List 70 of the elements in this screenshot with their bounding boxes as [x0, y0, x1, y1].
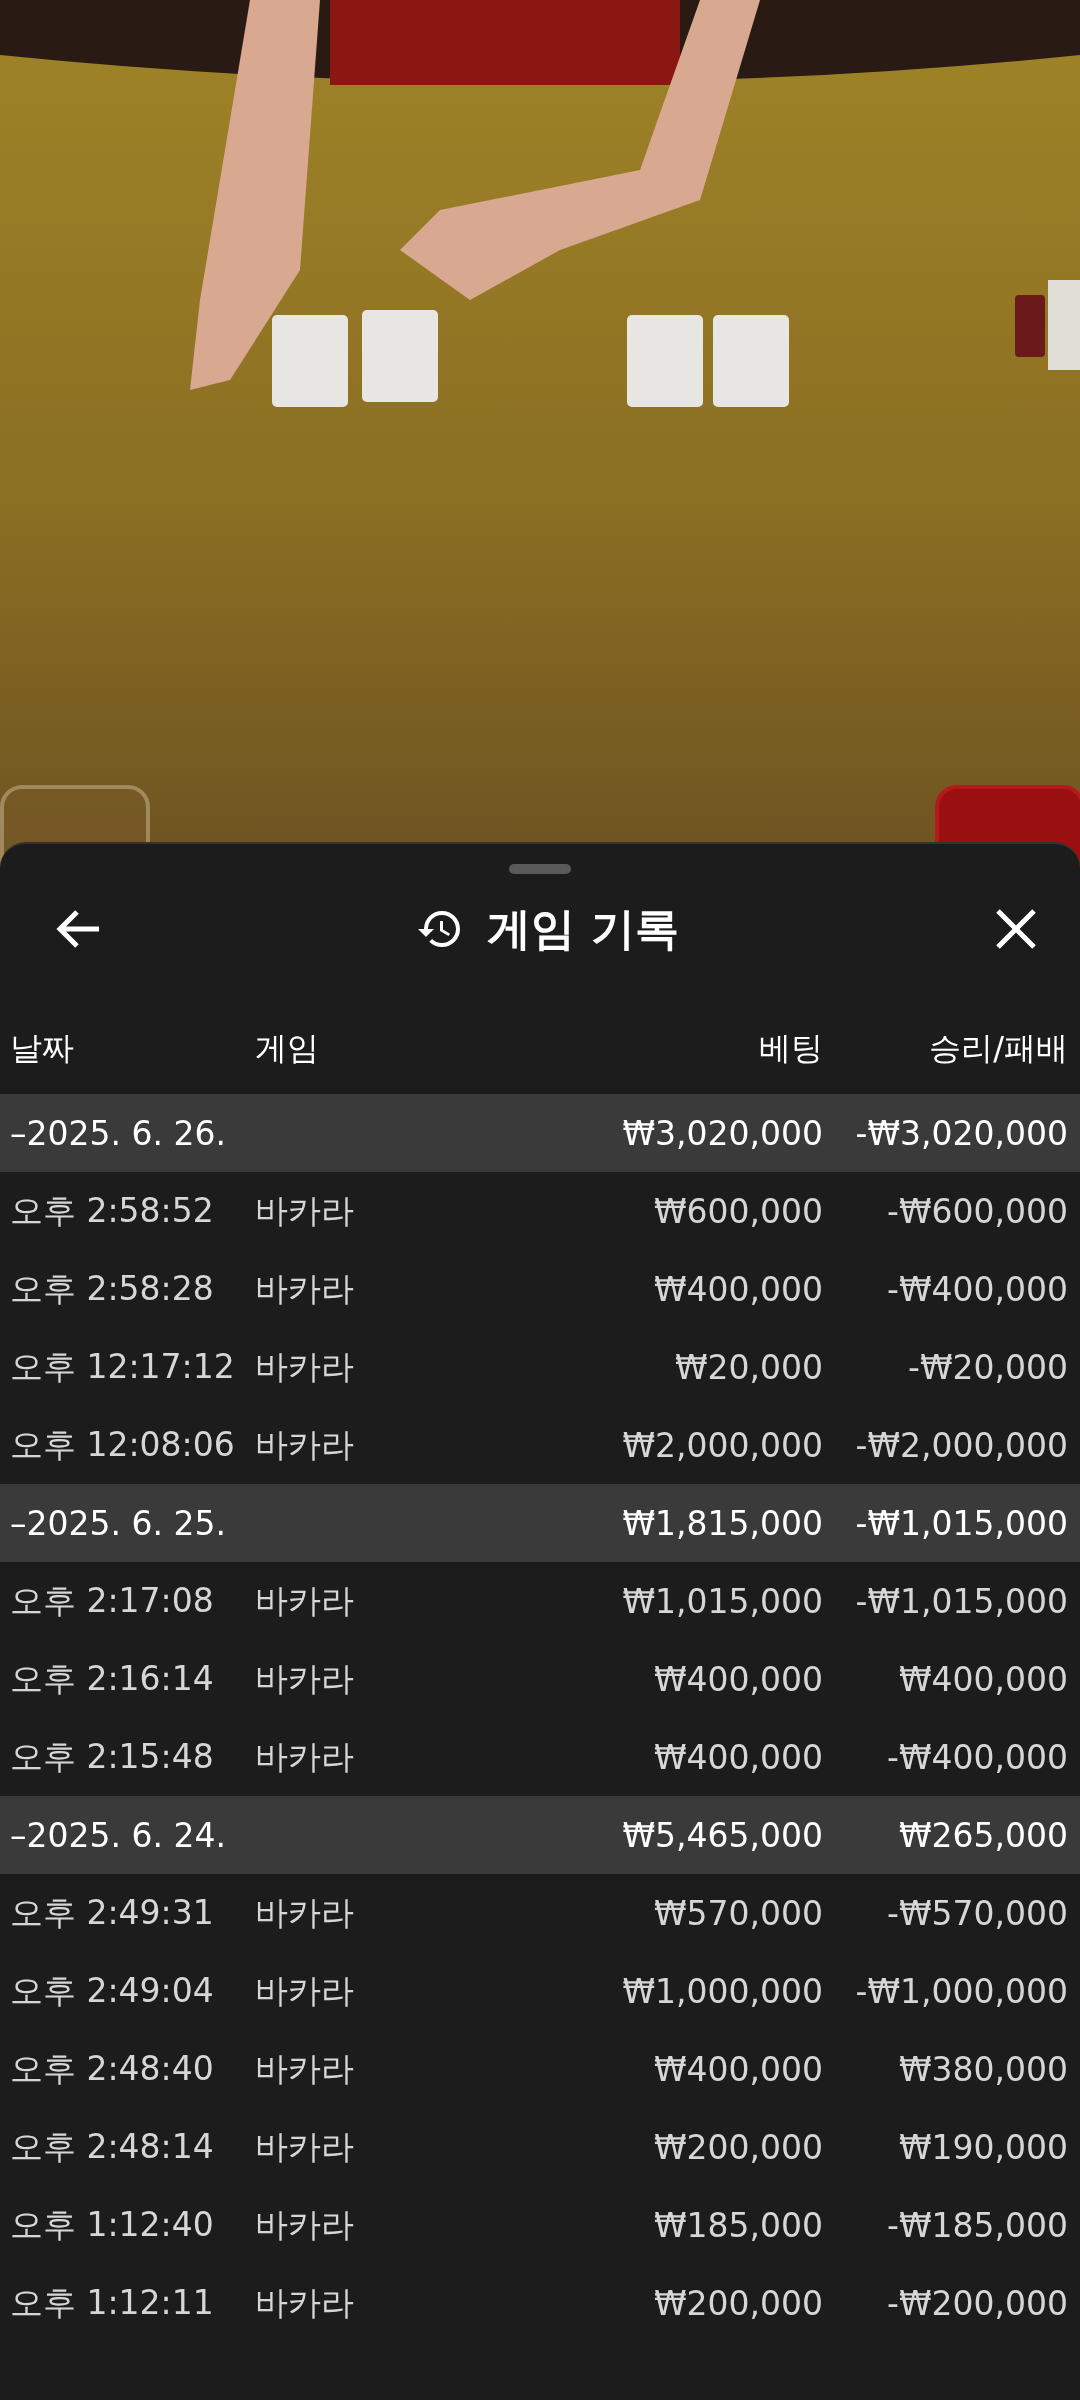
column-header[interactable]: 날짜 [10, 1027, 255, 1071]
bet-cell-text: ₩400,000 [652, 1269, 823, 1309]
result-total-cell-text: -₩1,015,000 [854, 1503, 1068, 1543]
bet-cell-text: ₩400,000 [652, 1659, 823, 1699]
bet-total-cell-text: ₩5,465,000 [621, 1815, 823, 1855]
bet-total-cell-text: ₩1,815,000 [621, 1503, 823, 1543]
column-header[interactable]: 승리/패배 [823, 1027, 1068, 1071]
bet-cell-text: ₩2,000,000 [621, 1425, 823, 1465]
sheet-title: 게임 기록 [487, 901, 679, 956]
date-cell-text: –2025. 6. 25. [10, 1503, 227, 1543]
bet-cell-text: ₩185,000 [652, 2205, 823, 2245]
game-cell-text: 바카라 [255, 2203, 355, 2246]
game-cell-text: 바카라 [255, 1579, 355, 1622]
result-cell-text: ₩380,000 [897, 2049, 1068, 2089]
result-total-cell-text: -₩3,020,000 [854, 1113, 1068, 1153]
time-cell-text: 오후 1:12:11 [10, 2281, 215, 2324]
result-cell-text: ₩190,000 [897, 2127, 1068, 2167]
result-cell-text: -₩20,000 [907, 1347, 1068, 1387]
result-cell-text: -₩1,015,000 [854, 1581, 1068, 1621]
result-cell-text: -₩185,000 [886, 2205, 1068, 2245]
time-cell-text: 오후 1:12:40 [10, 2203, 215, 2246]
date-group-row[interactable]: –2025. 6. 26. ₩3,020,000 -₩3,020,000 [0, 1094, 1080, 1172]
result-cell-text: -₩1,000,000 [854, 1971, 1068, 2011]
game-cell-text: 바카라 [255, 1189, 355, 1232]
result-cell-text: -₩600,000 [886, 1191, 1068, 1231]
time-cell-text: 오후 12:08:06 [10, 1423, 236, 1466]
time-cell-text: 오후 12:17:12 [10, 1345, 236, 1388]
time-cell-text: 오후 2:15:48 [10, 1735, 215, 1778]
result-cell-text: -₩2,000,000 [854, 1425, 1068, 1465]
time-cell-text: 오후 2:58:52 [10, 1189, 215, 1232]
bet-cell-text: ₩400,000 [652, 2049, 823, 2089]
game-cell-text: 바카라 [255, 2281, 355, 2324]
result-total-cell-text: ₩265,000 [897, 1815, 1068, 1855]
column-header[interactable]: 게임 [255, 1027, 493, 1071]
time-cell-text: 오후 2:17:08 [10, 1579, 215, 1622]
result-cell-text: -₩400,000 [886, 1269, 1068, 1309]
bet-cell-text: ₩200,000 [652, 2127, 823, 2167]
result-cell-text: -₩200,000 [886, 2283, 1068, 2323]
bet-cell-text: ₩1,015,000 [621, 1581, 823, 1621]
bet-cell-text: ₩200,000 [652, 2283, 823, 2323]
date-cell-text: –2025. 6. 26. [10, 1113, 227, 1153]
time-cell-text: 오후 2:48:14 [10, 2125, 215, 2168]
result-cell-text: -₩400,000 [886, 1737, 1068, 1777]
game-cell-text: 바카라 [255, 1267, 355, 1310]
game-cell-text: 바카라 [255, 1891, 355, 1934]
result-cell-text: -₩570,000 [886, 1893, 1068, 1933]
game-cell-text: 바카라 [255, 1969, 355, 2012]
date-group-row[interactable]: –2025. 6. 25. ₩1,815,000 -₩1,015,000 [0, 1484, 1080, 1562]
time-cell-text: 오후 2:49:04 [10, 1969, 215, 2012]
bet-total-cell-text: ₩3,020,000 [621, 1113, 823, 1153]
game-cell-text: 바카라 [255, 2047, 355, 2090]
bet-cell-text: ₩20,000 [673, 1347, 823, 1387]
time-cell-text: 오후 2:58:28 [10, 1267, 215, 1310]
bet-cell-text: ₩600,000 [652, 1191, 823, 1231]
game-cell-text: 바카라 [255, 1423, 355, 1466]
column-header[interactable]: 베팅 [493, 1027, 823, 1071]
time-cell-text: 오후 2:49:31 [10, 1891, 215, 1934]
time-cell-text: 오후 2:48:40 [10, 2047, 215, 2090]
bet-cell-text: ₩570,000 [652, 1893, 823, 1933]
date-cell-text: –2025. 6. 24. [10, 1815, 227, 1855]
result-cell-text: ₩400,000 [897, 1659, 1068, 1699]
bet-cell-text: ₩400,000 [652, 1737, 823, 1777]
game-cell-text: 바카라 [255, 2125, 355, 2168]
game-cell-text: 바카라 [255, 1657, 355, 1700]
game-cell-text: 바카라 [255, 1735, 355, 1778]
date-group-row[interactable]: –2025. 6. 24. ₩5,465,000 ₩265,000 [0, 1796, 1080, 1874]
game-cell-text: 바카라 [255, 1345, 355, 1388]
drag-handle[interactable] [509, 864, 571, 874]
time-cell-text: 오후 2:16:14 [10, 1657, 215, 1700]
bet-cell-text: ₩1,000,000 [621, 1971, 823, 2011]
